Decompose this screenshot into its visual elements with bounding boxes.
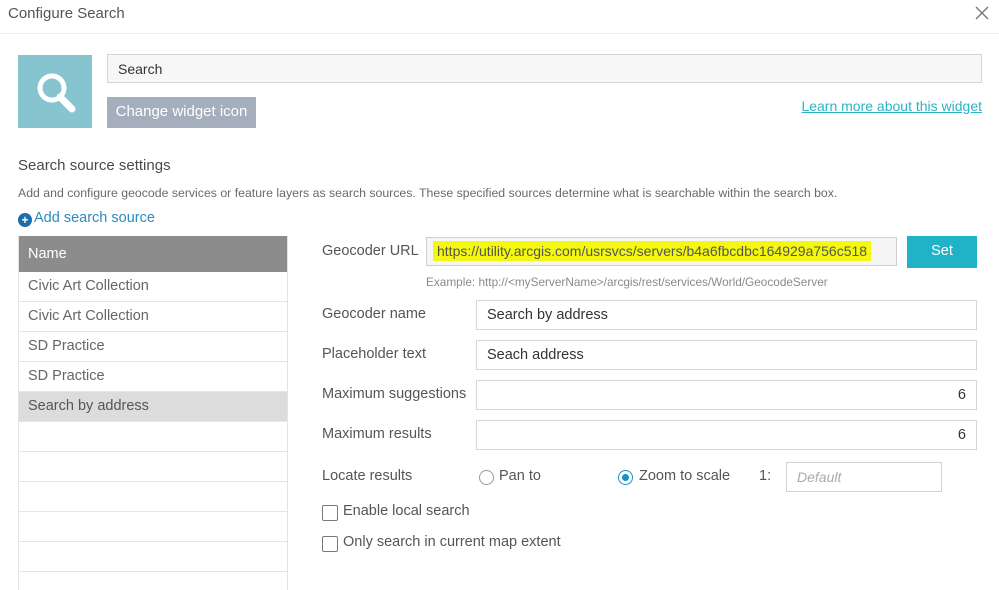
placeholder-text-label: Placeholder text	[322, 346, 426, 362]
zoom-to-scale-label: Zoom to scale	[639, 468, 731, 484]
dialog-titlebar: Configure Search	[0, 0, 999, 34]
geocoder-url-value: https://utility.arcgis.com/usrsvcs/serve…	[433, 241, 872, 261]
add-search-source-label: Add search source	[34, 210, 155, 226]
add-search-source-link[interactable]: + Add search source	[18, 210, 155, 227]
max-suggestions-label: Maximum suggestions	[322, 386, 467, 402]
only-current-extent-checkbox[interactable]	[322, 536, 338, 552]
search-icon	[37, 73, 76, 113]
table-row-empty	[19, 452, 287, 482]
only-current-extent-label: Only search in current map extent	[343, 534, 561, 550]
widget-icon-tile	[18, 55, 92, 128]
section-description: Add and configure geocode services or fe…	[18, 186, 838, 200]
table-row-empty	[19, 512, 287, 542]
change-widget-icon-button[interactable]: Change widget icon	[107, 97, 256, 128]
close-icon[interactable]	[973, 4, 991, 22]
max-results-label: Maximum results	[322, 426, 432, 442]
placeholder-text-input[interactable]: Seach address	[476, 340, 977, 370]
scale-input[interactable]: Default	[786, 462, 942, 492]
table-row-empty	[19, 422, 287, 452]
table-row[interactable]: SD Practice	[19, 362, 287, 392]
geocoder-url-example: Example: http://<myServerName>/arcgis/re…	[426, 275, 828, 289]
geocoder-name-input[interactable]: Search by address	[476, 300, 977, 330]
pan-to-radio[interactable]	[479, 470, 494, 485]
locate-results-label: Locate results	[322, 468, 413, 484]
geocoder-url-input[interactable]: https://utility.arcgis.com/usrsvcs/serve…	[426, 237, 897, 266]
pan-to-label: Pan to	[499, 468, 541, 484]
table-row[interactable]: SD Practice	[19, 332, 287, 362]
table-row-empty	[19, 542, 287, 572]
table-row-selected[interactable]: Search by address	[19, 392, 287, 422]
table-row-empty	[19, 482, 287, 512]
learn-more-link[interactable]: Learn more about this widget	[801, 98, 982, 114]
widget-name-input[interactable]	[107, 54, 982, 83]
search-source-table: Name Civic Art Collection Civic Art Coll…	[18, 236, 288, 590]
enable-local-search-checkbox[interactable]	[322, 505, 338, 521]
table-header-name: Name	[19, 236, 287, 272]
geocoder-name-label: Geocoder name	[322, 306, 426, 322]
zoom-to-scale-radio[interactable]	[618, 470, 633, 485]
enable-local-search-label: Enable local search	[343, 503, 470, 519]
max-suggestions-input[interactable]: 6	[476, 380, 977, 410]
table-row[interactable]: Civic Art Collection	[19, 272, 287, 302]
table-row[interactable]: Civic Art Collection	[19, 302, 287, 332]
max-results-input[interactable]: 6	[476, 420, 977, 450]
section-title: Search source settings	[18, 157, 171, 174]
scale-prefix: 1:	[759, 468, 772, 484]
plus-circle-icon: +	[18, 213, 32, 227]
geocoder-url-label: Geocoder URL	[322, 243, 419, 259]
dialog-title: Configure Search	[8, 5, 125, 22]
set-url-button[interactable]: Set	[907, 236, 977, 268]
